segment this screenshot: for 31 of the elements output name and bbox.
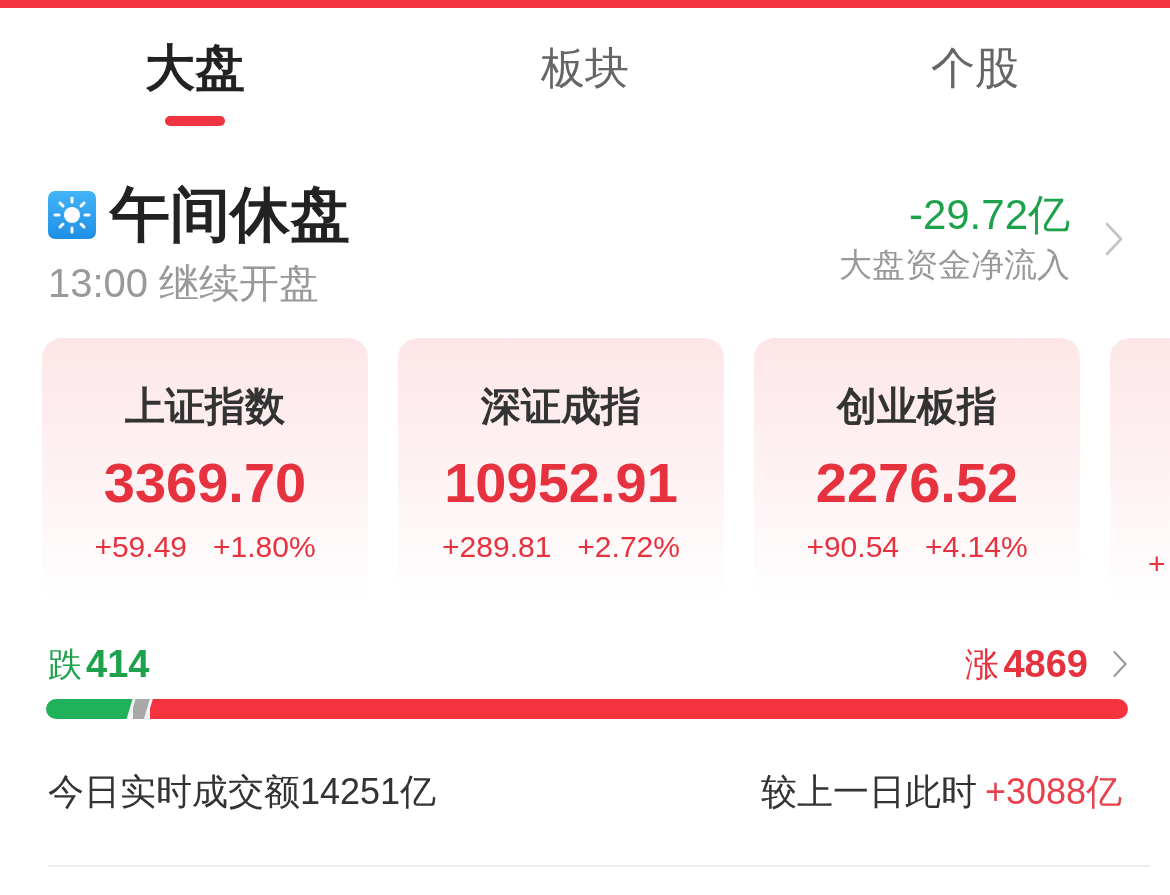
sun-icon — [48, 191, 96, 239]
index-change: +59.49 — [94, 529, 187, 565]
resume-time-text: 13:00 继续开盘 — [48, 260, 321, 306]
rising-label: 涨 — [965, 644, 1000, 685]
index-name: 创业板指 — [837, 383, 997, 430]
index-change: +289.81 — [442, 529, 552, 565]
index-name: 上证指数 — [125, 383, 285, 430]
index-change: + — [1148, 546, 1166, 582]
chevron-right-icon[interactable] — [1112, 650, 1128, 678]
index-value: 10952.91 — [444, 452, 678, 514]
index-change-percent: +2.72% — [577, 529, 680, 565]
comparison-label: 较上一日此时 — [760, 770, 977, 814]
falling-label: 跌 — [48, 644, 82, 685]
comparison-value: +3088亿 — [984, 770, 1122, 814]
chevron-right-icon[interactable] — [1104, 222, 1124, 256]
rising-count: 4869 — [1003, 642, 1088, 687]
falling-count: 414 — [86, 642, 150, 687]
index-name: 深证成指 — [481, 383, 641, 430]
index-change: +90.54 — [806, 529, 899, 565]
tab[interactable]: 个股 — [925, 8, 1025, 126]
turnover-text: 今日实时成交额14251亿 — [48, 770, 437, 814]
index-change-percent: +1.80% — [213, 529, 316, 565]
index-change-percent: +4.14% — [925, 529, 1028, 565]
index-value: 3369.70 — [103, 452, 307, 514]
tab-indicator — [165, 116, 225, 126]
net-flow-value: -29.72亿 — [908, 192, 1070, 238]
tab[interactable]: 大盘 — [139, 8, 251, 126]
tab[interactable]: 板块 — [535, 8, 635, 126]
market-status-title: 午间休盘 — [110, 182, 350, 248]
net-flow-label: 大盘资金净流入 — [839, 245, 1070, 285]
index-value: 2276.52 — [815, 452, 1019, 514]
